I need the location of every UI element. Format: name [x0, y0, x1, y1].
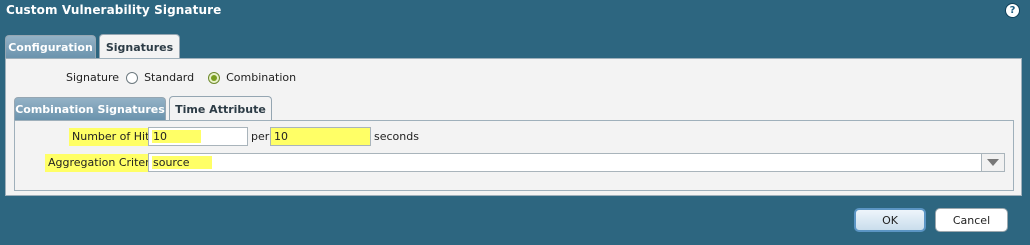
tab-combination-signatures[interactable]: Combination Signatures: [14, 97, 166, 120]
seconds-label: seconds: [374, 130, 419, 143]
chevron-down-icon: [987, 159, 999, 166]
tab-configuration-label: Configuration: [8, 40, 93, 54]
tab-combination-signatures-label: Combination Signatures: [15, 102, 165, 116]
ok-button[interactable]: OK: [854, 208, 926, 232]
signature-label: Signature: [66, 71, 120, 84]
number-of-hits-input[interactable]: 10: [148, 127, 248, 146]
number-of-hits-label: Number of Hits: [69, 128, 159, 146]
per-label: per: [251, 130, 270, 143]
tab-configuration[interactable]: Configuration: [5, 35, 96, 58]
dropdown-arrow[interactable]: [981, 154, 1004, 171]
seconds-input[interactable]: 10: [270, 127, 371, 146]
tab-time-attribute[interactable]: Time Attribute: [169, 96, 272, 121]
aggregation-criteria-select[interactable]: source: [148, 153, 1005, 172]
seconds-value: 10: [274, 130, 288, 143]
cancel-button[interactable]: Cancel: [935, 208, 1008, 232]
help-icon[interactable]: ?: [1005, 3, 1020, 18]
combination-radio-label[interactable]: Combination: [226, 71, 296, 84]
tab-signatures-label: Signatures: [105, 40, 174, 54]
radio-dot-icon: [211, 74, 218, 81]
dialog-title: Custom Vulnerability Signature: [6, 3, 222, 17]
combination-radio[interactable]: [208, 71, 221, 84]
aggregation-criteria-label: Aggregation Criteria: [45, 154, 163, 172]
standard-radio[interactable]: [126, 71, 139, 84]
number-of-hits-value: 10: [152, 130, 201, 143]
aggregation-criteria-value: source: [152, 156, 212, 169]
standard-radio-label[interactable]: Standard: [144, 71, 194, 84]
tab-signatures[interactable]: Signatures: [99, 34, 180, 59]
signature-type-row: Signature Standard Combination: [66, 71, 296, 84]
tab-time-attribute-label: Time Attribute: [175, 102, 266, 116]
time-attribute-panel: Number of Hits 10 per 10 seconds Aggrega…: [14, 120, 1014, 191]
signatures-panel: Signature Standard Combination Combinati…: [5, 58, 1022, 196]
